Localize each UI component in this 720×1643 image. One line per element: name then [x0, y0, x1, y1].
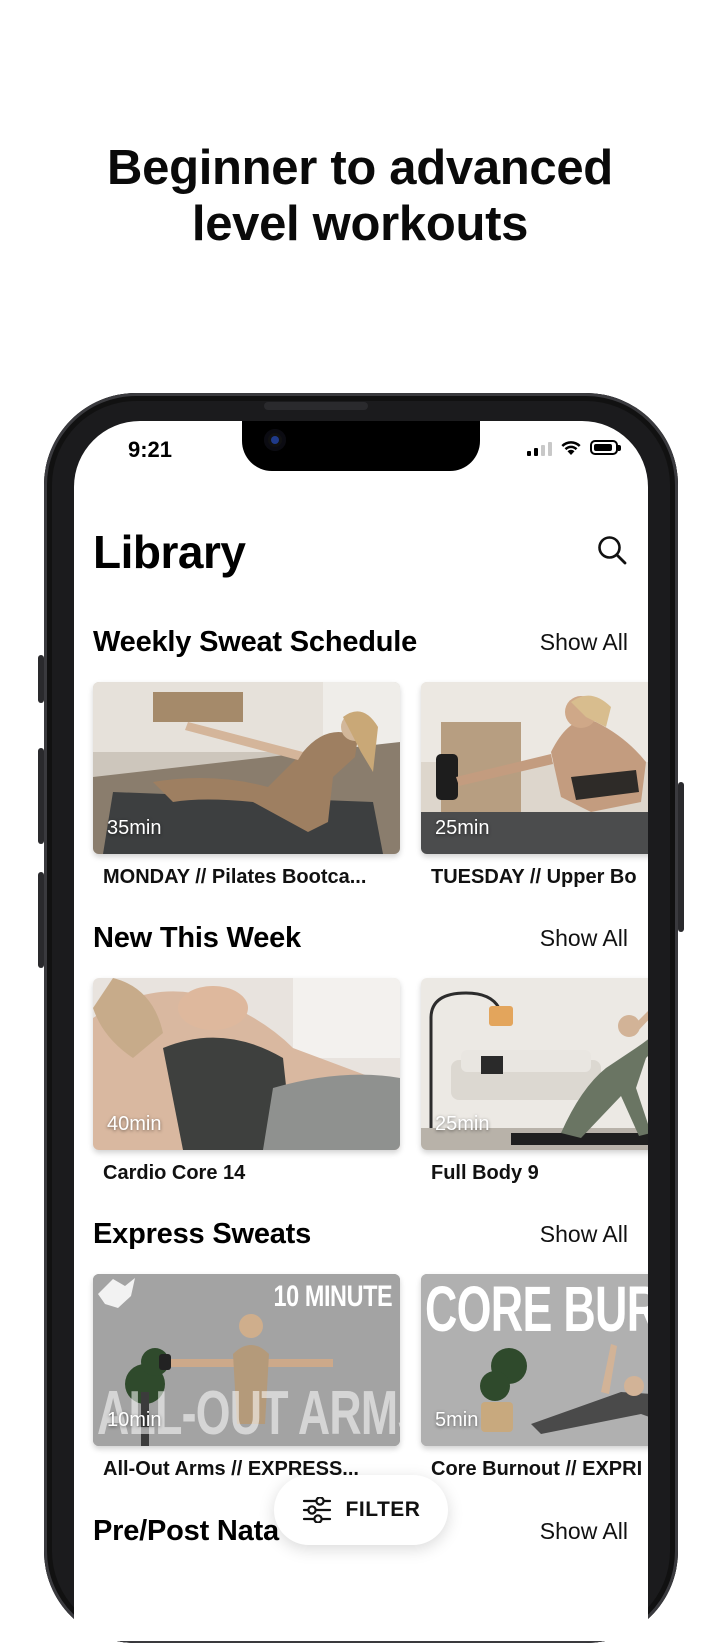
filter-label: FILTER [345, 1498, 421, 1521]
workout-title: Core Burnout // EXPRI [431, 1458, 643, 1480]
section-title: Weekly Sweat Schedule [93, 626, 418, 658]
duration-label: 35min [107, 817, 162, 839]
show-all-link[interactable]: Show All [540, 629, 628, 656]
card-carousel[interactable]: 10 MINUTE ALL-OUT ARMS 10min All-Out Arm… [93, 1274, 648, 1494]
workout-card[interactable]: CORE BURN 5 M 5min Core Burnout // EXPRI [421, 1274, 648, 1480]
workout-thumbnail[interactable]: 40min [93, 978, 400, 1150]
duration-label: 5min [435, 1409, 479, 1431]
volume-down-button [38, 872, 44, 968]
page-title: Library [93, 526, 246, 578]
side-button [38, 655, 44, 703]
cellular-signal-icon [527, 440, 552, 456]
show-all-link[interactable]: Show All [540, 925, 628, 952]
workout-thumbnail[interactable]: CORE BURN 5 M 5min [421, 1274, 648, 1446]
headline-line-1: Beginner to advanced [107, 141, 613, 195]
show-all-link[interactable]: Show All [540, 1221, 628, 1248]
card-carousel[interactable]: 40min Cardio Core 14 25min Full Body 9 [93, 978, 648, 1198]
search-icon[interactable] [596, 534, 628, 566]
thumbnail-overlay-top: 10 MINUTE [273, 1280, 392, 1313]
thumbnail-overlay-top: CORE BURN [425, 1274, 648, 1345]
status-icons [527, 439, 621, 456]
section-title: Express Sweats [93, 1218, 312, 1250]
earpiece-speaker [264, 402, 368, 410]
workout-title: Cardio Core 14 [103, 1162, 246, 1184]
workout-thumbnail[interactable]: 10 MINUTE ALL-OUT ARMS 10min [93, 1274, 400, 1446]
workout-title: Full Body 9 [431, 1162, 539, 1184]
section-title: Pre/Post Nata [93, 1515, 279, 1547]
show-all-link[interactable]: Show All [540, 1518, 628, 1545]
duration-label: 40min [107, 1113, 162, 1135]
workout-thumbnail[interactable]: 25min [421, 682, 648, 854]
power-button [678, 782, 684, 932]
sliders-icon [302, 1497, 331, 1523]
workout-card[interactable]: 40min Cardio Core 14 [93, 978, 400, 1184]
camera-icon [264, 429, 286, 451]
workout-card[interactable]: 25min TUESDAY // Upper Bo [421, 682, 648, 888]
workout-card[interactable]: 10 MINUTE ALL-OUT ARMS 10min All-Out Arm… [93, 1274, 400, 1480]
workout-card[interactable]: 35min MONDAY // Pilates Bootca... [93, 682, 400, 888]
duration-label: 25min [435, 817, 490, 839]
status-time: 9:21 [128, 437, 173, 462]
card-carousel[interactable]: 35min MONDAY // Pilates Bootca... 25min … [93, 682, 648, 902]
workout-title: MONDAY // Pilates Bootca... [103, 866, 367, 888]
marketing-headline: Beginner to advanced level workouts [0, 140, 720, 252]
volume-up-button [38, 748, 44, 844]
workout-title: TUESDAY // Upper Bo [431, 866, 637, 888]
workout-thumbnail[interactable]: 25min [421, 978, 648, 1150]
filter-button[interactable]: FILTER [274, 1475, 448, 1545]
notch [242, 421, 480, 471]
app-screen: 9:21 Library Weekly Sweat Schedule Show … [74, 421, 648, 1641]
workout-thumbnail[interactable]: 35min [93, 682, 400, 854]
duration-label: 25min [435, 1113, 490, 1135]
battery-icon [590, 440, 621, 455]
section-title: New This Week [93, 922, 301, 954]
headline-line-2: level workouts [191, 197, 529, 251]
wifi-icon [561, 441, 581, 455]
workout-card[interactable]: 25min Full Body 9 [421, 978, 648, 1184]
duration-label: 10min [107, 1409, 162, 1431]
